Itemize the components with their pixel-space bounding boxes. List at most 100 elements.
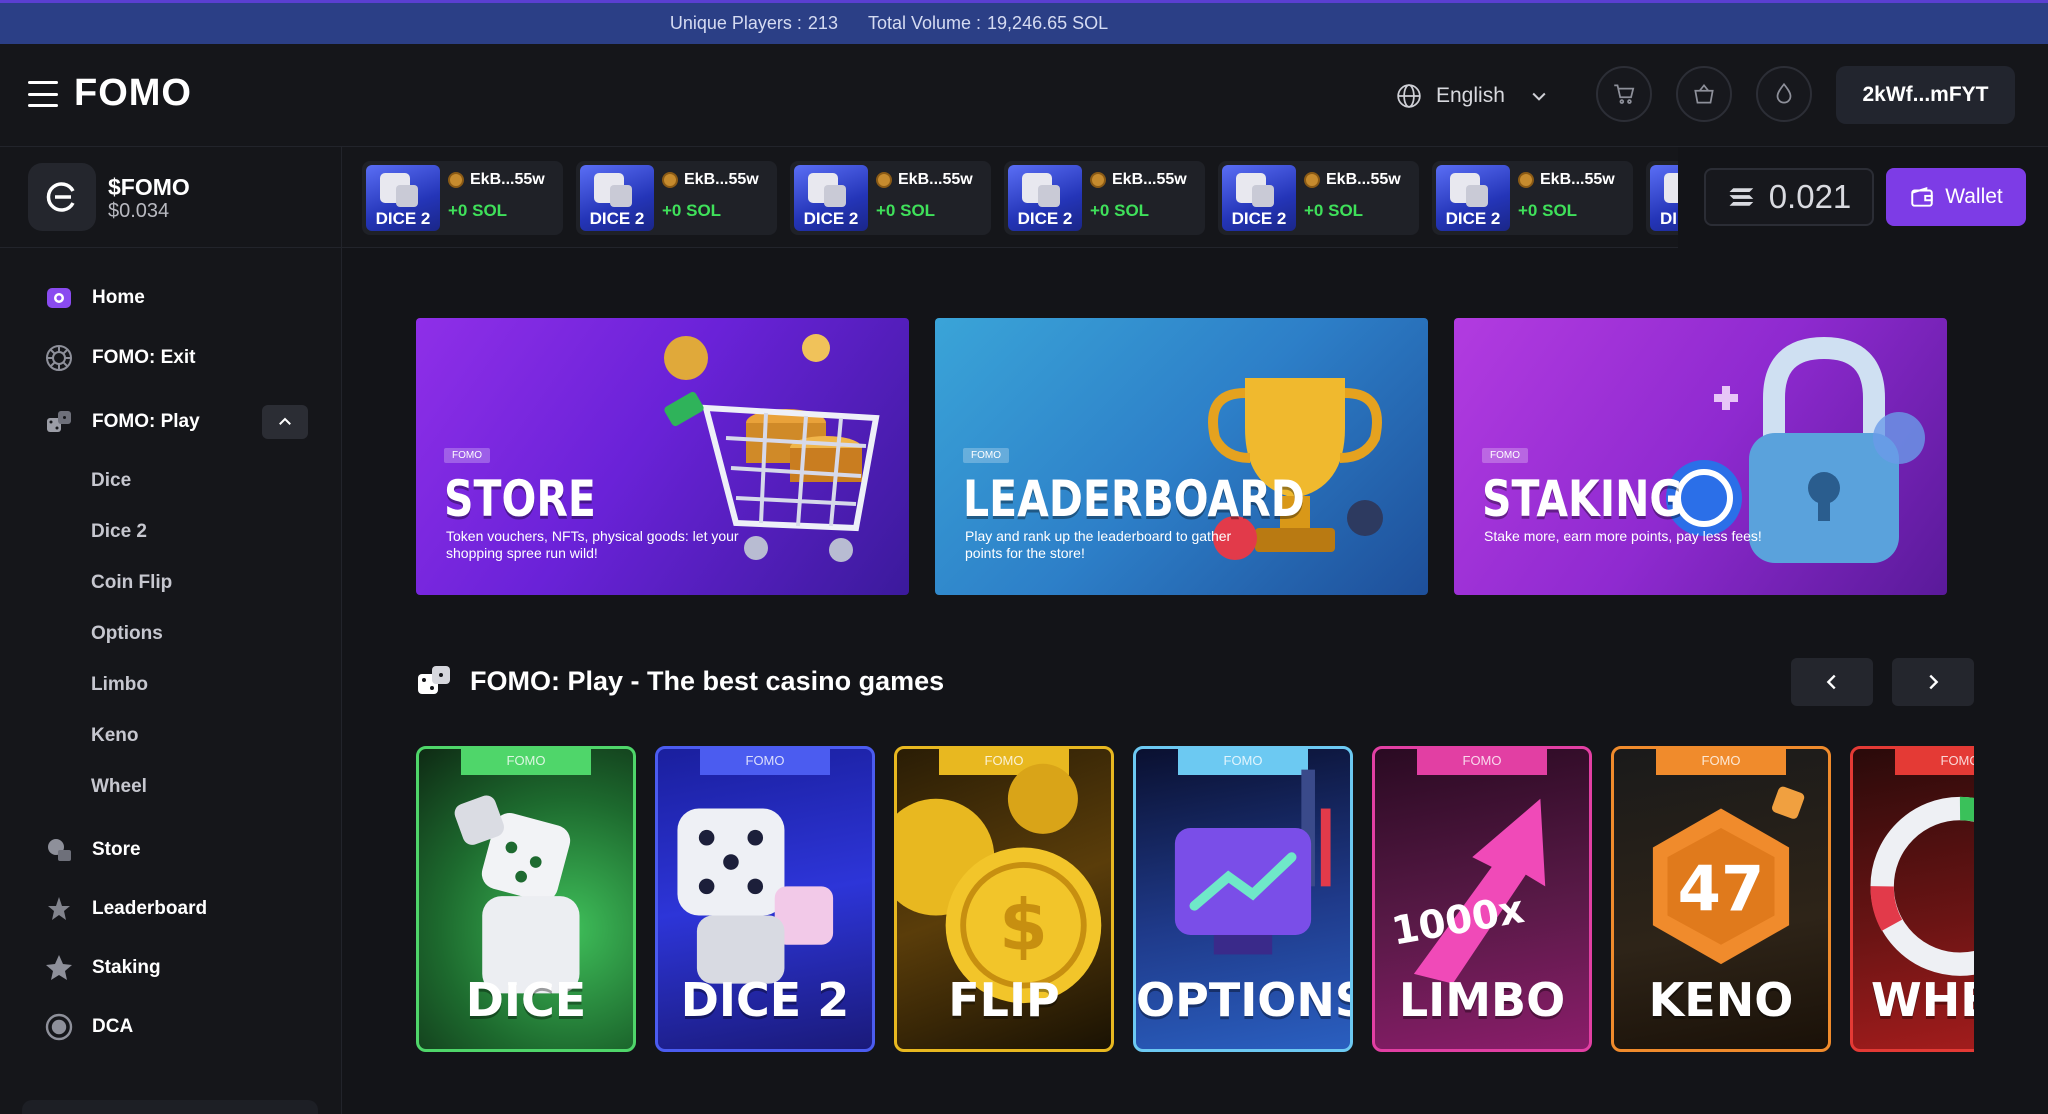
svg-text:$: $ (999, 885, 1048, 967)
game-name: FLIP (948, 973, 1060, 1027)
user-badge-icon (1090, 172, 1106, 188)
brand-logo[interactable]: FOMO (74, 72, 192, 115)
store-banner[interactable]: FOMO STORE Token vouchers, NFTs, physica… (416, 318, 909, 595)
sidebar-item-store[interactable]: Store (44, 830, 141, 870)
sidebar-item-dca[interactable]: DCA (44, 1007, 133, 1047)
ticker-user: EkB...55w (448, 171, 545, 189)
game-card-keno[interactable]: FOMO 47 KENO (1611, 746, 1831, 1052)
sidebar: Home FOMO: Exit FOMO: Play Dice Dice 2 C… (0, 248, 342, 1114)
sidebar-subitem-dice[interactable]: Dice (91, 470, 131, 492)
total-volume-value: 19,246.65 SOL (987, 13, 1109, 33)
sidebar-item-label: FOMO: Play (92, 411, 200, 432)
game-card-wheel[interactable]: FOMO WHE (1850, 746, 1974, 1052)
banner-title: LEADERBOARD (963, 470, 1305, 528)
account-address-button[interactable]: 2kWf...mFYT (1836, 66, 2015, 124)
bag-button[interactable] (1676, 66, 1732, 122)
wallet-label: Wallet (1945, 185, 2003, 208)
sidebar-item-staking[interactable]: Staking (44, 948, 161, 988)
user-badge-icon (876, 172, 892, 188)
game-card-options[interactable]: FOMO OPTIONS (1133, 746, 1353, 1052)
unique-players-value: 213 (807, 13, 838, 33)
ticker-item[interactable]: DICE 2 EkB...55w +0 SOL (1432, 161, 1633, 235)
chevron-right-icon (1929, 674, 1939, 690)
padlock-illustration (1666, 336, 1925, 563)
language-selector[interactable]: English (1396, 76, 1549, 116)
sidebar-item-label: FOMO: Exit (92, 347, 196, 368)
language-label: English (1436, 84, 1505, 107)
user-badge-icon (448, 172, 464, 188)
sidebar-subitem-coin-flip[interactable]: Coin Flip (91, 572, 172, 594)
sidebar-subitem-options[interactable]: Options (91, 623, 163, 645)
unique-players-stat: Unique Players :213 (670, 13, 838, 34)
trophy-icon (48, 897, 70, 920)
sidebar-item-label: Leaderboard (92, 898, 208, 919)
sidebar-item-leaderboard[interactable]: Leaderboard (44, 889, 207, 929)
scroll-right-button[interactable] (1892, 658, 1974, 706)
game-card-dice[interactable]: FOMO DICE (416, 746, 636, 1052)
user-badge-icon (1518, 172, 1534, 188)
ticker-amount: +0 SOL (1090, 201, 1150, 220)
banner-description: Play and rank up the leaderboard to gath… (965, 528, 1232, 561)
token-price: $0.034 (108, 200, 170, 222)
leaderboard-banner[interactable]: FOMO LEADERBOARD Play and rank up the le… (935, 318, 1428, 595)
sidebar-item-fomo-play[interactable]: FOMO: Play (44, 402, 200, 442)
game-thumbnail: DICE 2 (366, 165, 440, 231)
sidebar-subitem-dice-2[interactable]: Dice 2 (91, 521, 147, 543)
wallet-button[interactable]: Wallet (1886, 168, 2026, 226)
user-badge-icon (1304, 172, 1320, 188)
ticker-user: EkB...55w (876, 171, 973, 189)
chevron-left-icon (1826, 674, 1836, 690)
game-thumbnail: DI (1650, 165, 1678, 231)
bag-icon (1694, 83, 1714, 104)
total-volume-stat: Total Volume :19,246.65 SOL (868, 13, 1108, 34)
user-badge-icon (662, 172, 678, 188)
scroll-left-button[interactable] (1791, 658, 1873, 706)
sidebar-subitem-keno[interactable]: Keno (91, 725, 139, 747)
recent-bets-ticker: DICE 2 EkB...55w +0 SOL DICE 2 EkB...55w… (342, 147, 1678, 248)
game-card-dice-2[interactable]: FOMO DICE 2 (655, 746, 875, 1052)
banner-description: Token vouchers, NFTs, physical goods: le… (446, 528, 739, 561)
game-thumbnail: DICE 2 (1222, 165, 1296, 231)
ticker-user: EkB...55w (1090, 171, 1187, 189)
total-volume-label: Total Volume : (867, 13, 982, 33)
balance-value: 0.021 (1768, 178, 1852, 215)
ticker-item[interactable]: DICE 2 EkB...55w +0 SOL (362, 161, 563, 235)
game-card-flip[interactable]: FOMO $ FLIP (894, 746, 1114, 1052)
game-name: DICE 2 (680, 973, 850, 1027)
game-name: LIMBO (1398, 973, 1566, 1027)
star-icon (46, 955, 72, 980)
menu-icon[interactable] (28, 81, 58, 107)
sidebar-item-label: Home (92, 287, 145, 308)
games-carousel: FOMO DICE FOMO DICE 2 FOMO $ FLIP FOMO O… (416, 746, 1974, 1054)
games-section-title: FOMO: Play - The best casino games (416, 662, 944, 700)
fomo-tag: FOMO (444, 448, 490, 463)
game-name: DICE (465, 973, 587, 1027)
sidebar-footer-panel (22, 1100, 318, 1114)
game-thumbnail: DICE 2 (1436, 165, 1510, 231)
ticker-item[interactable]: DICE 2 EkB...55w +0 SOL (576, 161, 777, 235)
chevron-up-icon (279, 417, 291, 425)
staking-banner[interactable]: FOMO STAKING Stake more, earn more point… (1454, 318, 1947, 595)
game-card-limbo[interactable]: FOMO 1000x LIMBO (1372, 746, 1592, 1052)
globe-icon (1397, 84, 1421, 108)
drop-button[interactable] (1756, 66, 1812, 122)
sidebar-subitem-wheel[interactable]: Wheel (91, 776, 147, 798)
collapse-play-button[interactable] (262, 405, 308, 439)
fomo-tag: FOMO (1482, 448, 1528, 463)
sidebar-item-fomo-exit[interactable]: FOMO: Exit (44, 338, 195, 378)
ticker-item[interactable]: DI (1646, 161, 1678, 235)
cart-button[interactable] (1596, 66, 1652, 122)
ticker-amount: +0 SOL (1518, 201, 1578, 220)
ticker-item[interactable]: DICE 2 EkB...55w +0 SOL (1004, 161, 1205, 235)
token-name: $FOMO (108, 174, 190, 200)
sidebar-subitem-limbo[interactable]: Limbo (91, 674, 148, 696)
game-name: OPTIONS (1136, 973, 1353, 1027)
ticker-item[interactable]: DICE 2 EkB...55w +0 SOL (790, 161, 991, 235)
ticker-item[interactable]: DICE 2 EkB...55w +0 SOL (1218, 161, 1419, 235)
fomo-tag: FOMO (963, 448, 1009, 463)
ticker-amount: +0 SOL (448, 201, 508, 220)
banner-description: Stake more, earn more points, pay less f… (1484, 528, 1762, 544)
sidebar-item-home[interactable]: Home (44, 278, 145, 318)
ticker-amount: +0 SOL (1304, 201, 1364, 220)
exit-icon (46, 345, 72, 371)
